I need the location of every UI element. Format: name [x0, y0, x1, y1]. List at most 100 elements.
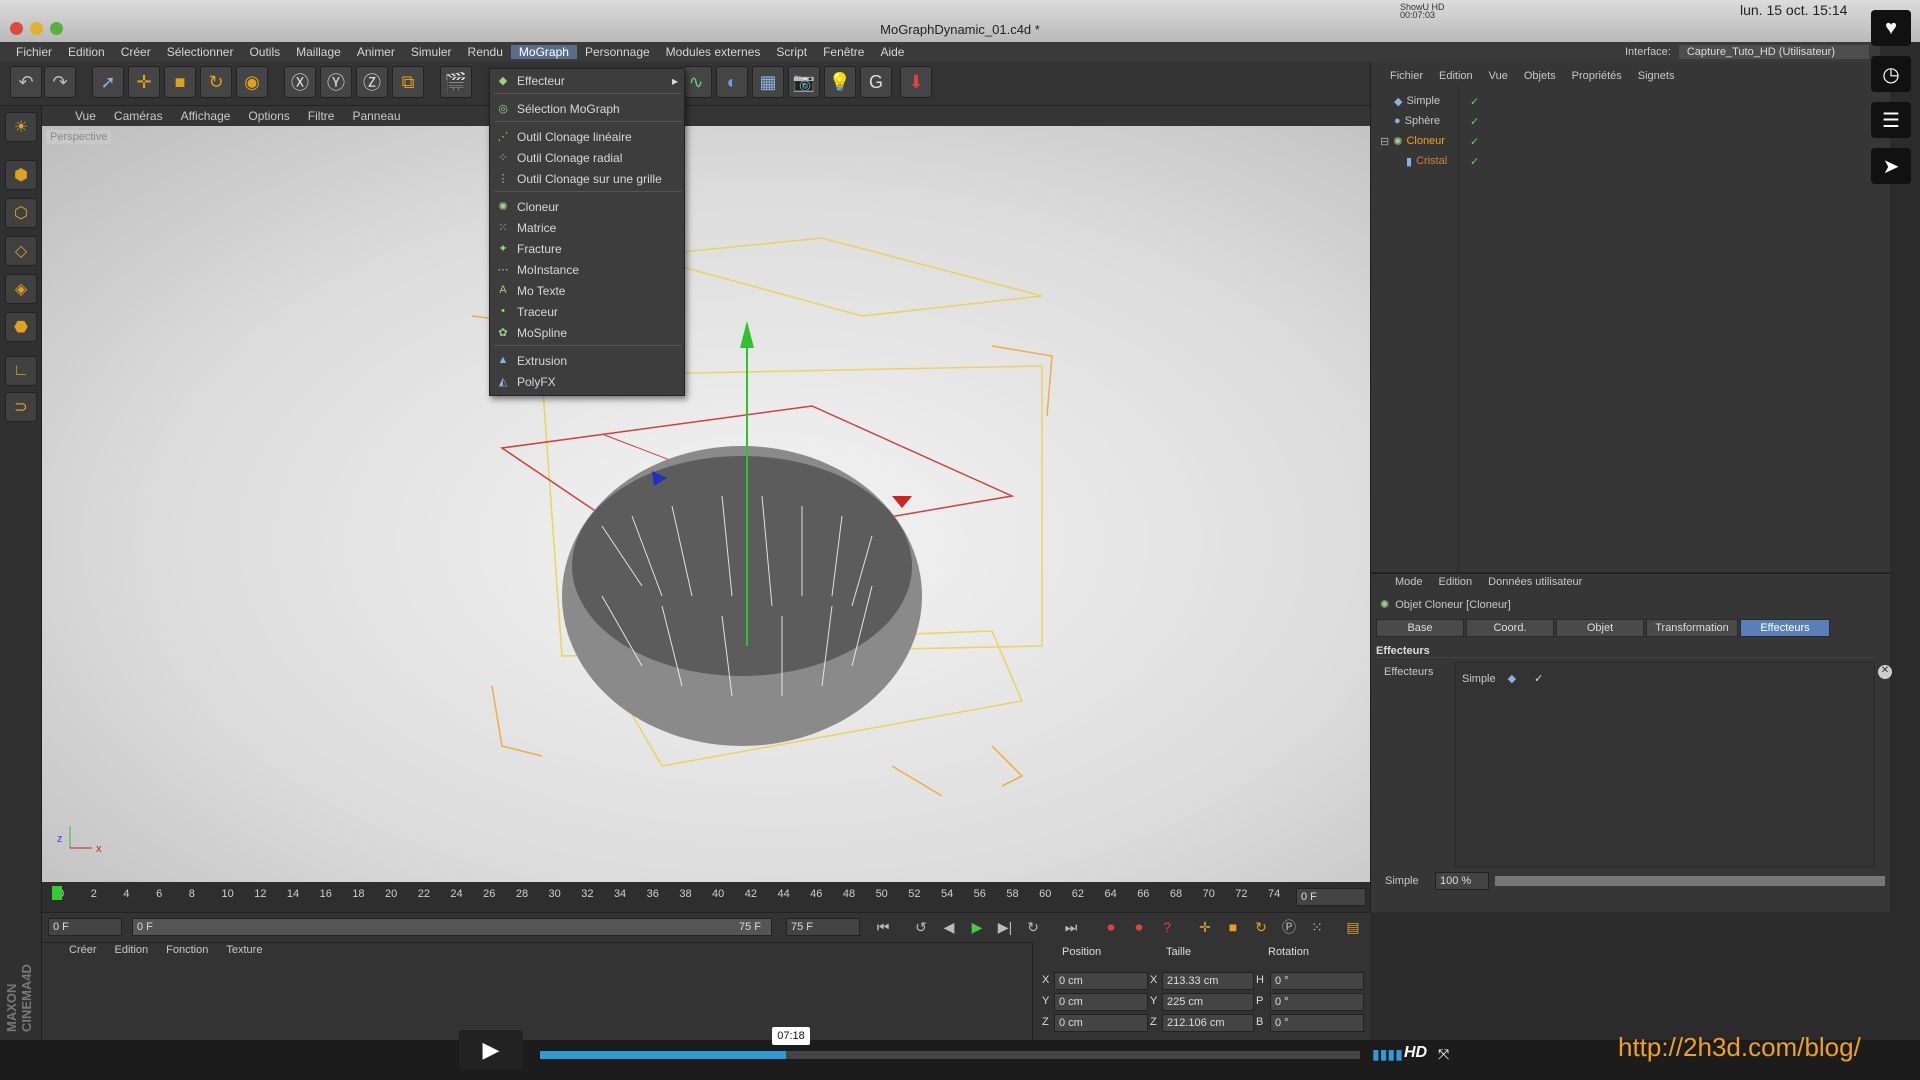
render-view-icon[interactable]: 🎬: [440, 66, 472, 98]
viewport-menu-cameras[interactable]: Caméras: [105, 109, 172, 123]
enabled-check-icon[interactable]: ✓: [1470, 135, 1479, 148]
position-y-field[interactable]: 0 cm: [1054, 993, 1148, 1011]
timeline-window-icon[interactable]: ▤: [1342, 916, 1364, 938]
attr-menu-mode[interactable]: Mode: [1387, 576, 1431, 588]
menu-item-clonage-lineaire[interactable]: ⋰ Outil Clonage linéaire: [490, 127, 686, 147]
collections-layers-icon[interactable]: ☰: [1871, 102, 1911, 138]
light-icon[interactable]: 💡: [824, 66, 856, 98]
playhead[interactable]: [52, 886, 62, 900]
play-icon[interactable]: ▶: [966, 916, 988, 938]
obj-menu-objets[interactable]: Objets: [1516, 70, 1564, 82]
menu-fichier[interactable]: Fichier: [8, 45, 60, 59]
x-axis-lock-icon[interactable]: Ⓧ: [284, 66, 316, 98]
obj-menu-edition[interactable]: Edition: [1431, 70, 1481, 82]
menu-maillage[interactable]: Maillage: [288, 45, 349, 59]
enabled-check-icon[interactable]: ✓: [1470, 115, 1479, 128]
tab-base[interactable]: Base: [1376, 619, 1464, 637]
position-x-field[interactable]: 0 cm: [1054, 972, 1148, 990]
video-play-button[interactable]: ▶: [459, 1030, 523, 1070]
object-mode-icon[interactable]: ⬢: [5, 160, 37, 190]
move-tool-icon[interactable]: ✛: [128, 66, 160, 98]
end-frame-field[interactable]: 75 F: [786, 918, 860, 936]
menu-outils[interactable]: Outils: [241, 45, 288, 59]
menu-fenetre[interactable]: Fenêtre: [815, 45, 872, 59]
like-heart-icon[interactable]: ♥: [1871, 10, 1911, 46]
mat-menu-fonction[interactable]: Fonction: [157, 944, 217, 956]
object-row-sphere[interactable]: ● Sphère ✓: [1394, 112, 1479, 130]
object-row-cloneur[interactable]: ⊟ ✺ Cloneur ✓: [1380, 132, 1479, 150]
repeat-icon[interactable]: ↻: [1022, 916, 1044, 938]
camera-icon[interactable]: 📷: [788, 66, 820, 98]
tab-objet[interactable]: Objet: [1556, 619, 1644, 637]
menu-item-mo-texte[interactable]: A Mo Texte: [490, 281, 686, 301]
size-y-field[interactable]: 225 cm: [1162, 993, 1254, 1011]
tab-coord[interactable]: Coord.: [1466, 619, 1554, 637]
current-frame-field[interactable]: 0 F: [1296, 888, 1366, 906]
menu-item-extrusion[interactable]: ▲ Extrusion: [490, 351, 686, 371]
menu-selectionner[interactable]: Sélectionner: [159, 45, 242, 59]
points-mode-icon[interactable]: ◇: [5, 236, 37, 266]
menu-rendu[interactable]: Rendu: [460, 45, 511, 59]
rotation-b-field[interactable]: 0 °: [1270, 1014, 1364, 1032]
param-key-icon[interactable]: Ⓟ: [1278, 916, 1300, 938]
volume-icon[interactable]: ▮▮▮▮: [1372, 1046, 1403, 1063]
deformer-icon[interactable]: ◐: [716, 66, 748, 98]
autokey-icon[interactable]: ⏺: [1128, 916, 1150, 938]
pla-key-icon[interactable]: ⁙: [1306, 916, 1328, 938]
scale-key-icon[interactable]: ■: [1222, 916, 1244, 938]
menu-aide[interactable]: Aide: [872, 45, 912, 59]
enabled-check-icon[interactable]: ✓: [1470, 95, 1479, 108]
interface-dropdown[interactable]: Capture_Tuto_HD (Utilisateur): [1678, 45, 1869, 59]
attr-menu-edition[interactable]: Edition: [1431, 576, 1481, 588]
obj-menu-proprietes[interactable]: Propriétés: [1564, 70, 1630, 82]
snap-icon[interactable]: ⊃: [5, 392, 37, 422]
position-key-icon[interactable]: ✛: [1194, 916, 1216, 938]
undo-icon[interactable]: ↶: [10, 66, 42, 98]
menu-item-effecteur[interactable]: ◆ Effecteur ▸: [490, 71, 686, 91]
rotation-h-field[interactable]: 0 °: [1270, 972, 1364, 990]
model-mode-icon[interactable]: ☀: [5, 112, 37, 142]
effecteurs-list[interactable]: [1455, 662, 1875, 868]
mat-menu-edition[interactable]: Edition: [106, 944, 158, 956]
y-axis-lock-icon[interactable]: Ⓨ: [320, 66, 352, 98]
menu-item-clonage-radial[interactable]: ⁘ Outil Clonage radial: [490, 148, 686, 168]
menu-item-traceur[interactable]: • Traceur: [490, 302, 686, 322]
texture-mode-icon[interactable]: ⬡: [5, 198, 37, 228]
remove-effector-icon[interactable]: ✕: [1878, 665, 1892, 679]
strength-field[interactable]: 100 %: [1435, 872, 1489, 890]
watch-later-clock-icon[interactable]: ◷: [1871, 56, 1911, 92]
hd-toggle[interactable]: HD: [1404, 1044, 1427, 1062]
menu-item-fracture[interactable]: ✦ Fracture: [490, 239, 686, 259]
step-forward-icon[interactable]: ▶|: [994, 916, 1016, 938]
viewport-menu-options[interactable]: Options: [239, 109, 298, 123]
z-axis-lock-icon[interactable]: Ⓩ: [356, 66, 388, 98]
size-z-field[interactable]: 212.106 cm: [1162, 1014, 1254, 1032]
rotate-tool-icon[interactable]: ↻: [200, 66, 232, 98]
menu-script[interactable]: Script: [768, 45, 815, 59]
viewport-menu-filtre[interactable]: Filtre: [299, 109, 344, 123]
collapse-icon[interactable]: ⊟: [1380, 135, 1389, 148]
object-row-cristal[interactable]: ▮ Cristal ✓: [1406, 152, 1479, 170]
redo-icon[interactable]: ↷: [44, 66, 76, 98]
menu-item-matrice[interactable]: ⁙ Matrice: [490, 218, 686, 238]
menu-personnage[interactable]: Personnage: [577, 45, 658, 59]
enabled-check-icon[interactable]: ✓: [1534, 672, 1543, 685]
3d-viewport[interactable]: z x: [42, 126, 1370, 882]
menu-item-polyfx[interactable]: ◭ PolyFX: [490, 372, 686, 392]
menu-item-selection-mograph[interactable]: ◎ Sélection MoGraph: [490, 99, 686, 119]
menu-animer[interactable]: Animer: [349, 45, 403, 59]
frame-range-slider[interactable]: 0 F 75 F: [132, 918, 772, 936]
menu-item-moinstance[interactable]: ⋯ MoInstance: [490, 260, 686, 280]
rotation-p-field[interactable]: 0 °: [1270, 993, 1364, 1011]
share-send-icon[interactable]: ➤: [1871, 148, 1911, 184]
menu-item-clonage-grille[interactable]: ⋮ Outil Clonage sur une grille: [490, 169, 686, 189]
goto-start-icon[interactable]: ⏮: [872, 916, 894, 938]
rotation-key-icon[interactable]: ↻: [1250, 916, 1272, 938]
edges-mode-icon[interactable]: ◈: [5, 274, 37, 304]
menu-edition[interactable]: Edition: [60, 45, 113, 59]
viewport-menu-affichage[interactable]: Affichage: [172, 109, 240, 123]
coordinate-system-icon[interactable]: ⧉: [392, 66, 424, 98]
start-frame-field[interactable]: 0 F: [48, 918, 122, 936]
plugin-icon[interactable]: ⬇: [900, 66, 932, 98]
viewport-menu-panneau[interactable]: Panneau: [343, 109, 409, 123]
